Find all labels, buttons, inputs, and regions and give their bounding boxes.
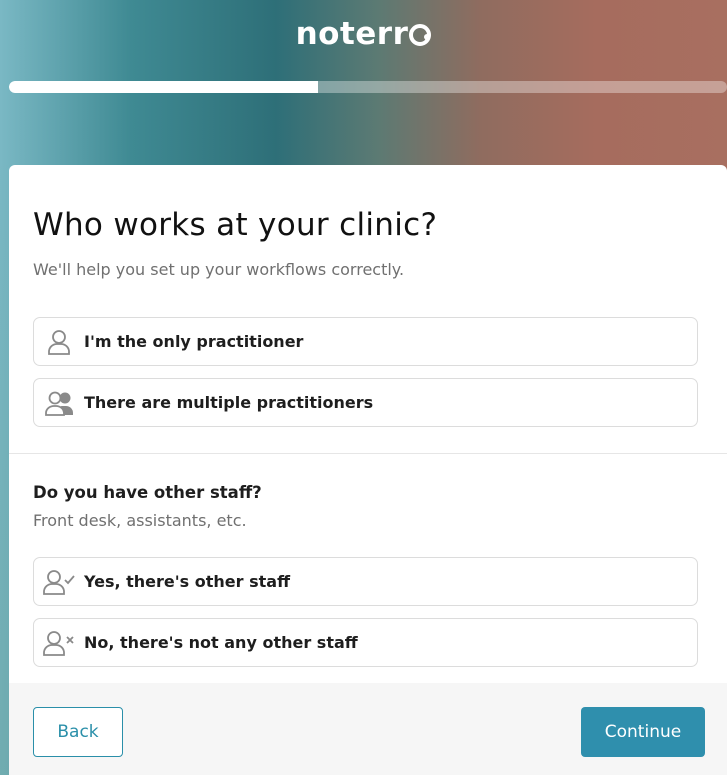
option-yes-staff[interactable]: Yes, there's other staff [33,557,698,606]
option-no-staff[interactable]: No, there's not any other staff [33,618,698,667]
option-only-practitioner[interactable]: I'm the only practitioner [33,317,698,366]
continue-button[interactable]: Continue [581,707,705,757]
people-icon [34,390,84,416]
staff-question: Do you have other staff? [33,483,262,502]
back-button[interactable]: Back [33,707,123,757]
progress-fill [9,81,318,93]
option-label: I'm the only practitioner [84,332,304,351]
page-title: Who works at your clinic? [33,207,438,243]
option-label: Yes, there's other staff [84,572,291,591]
page-subtitle: We'll help you set up your workflows cor… [33,260,405,279]
person-x-icon [34,630,84,656]
person-check-icon [34,569,84,595]
option-label: There are multiple practitioners [84,393,374,412]
staff-hint: Front desk, assistants, etc. [33,511,247,530]
onboarding-card: Who works at your clinic? We'll help you… [9,165,727,775]
form-footer: Back Continue [9,683,727,775]
section-divider [9,453,727,454]
person-icon [34,329,84,355]
option-multiple-practitioners[interactable]: There are multiple practitioners [33,378,698,427]
logo-text: noterr [295,16,409,52]
logo-o-mark [409,24,432,46]
progress-bar [9,81,727,93]
brand-logo: noterr [0,16,727,52]
option-label: No, there's not any other staff [84,633,358,652]
